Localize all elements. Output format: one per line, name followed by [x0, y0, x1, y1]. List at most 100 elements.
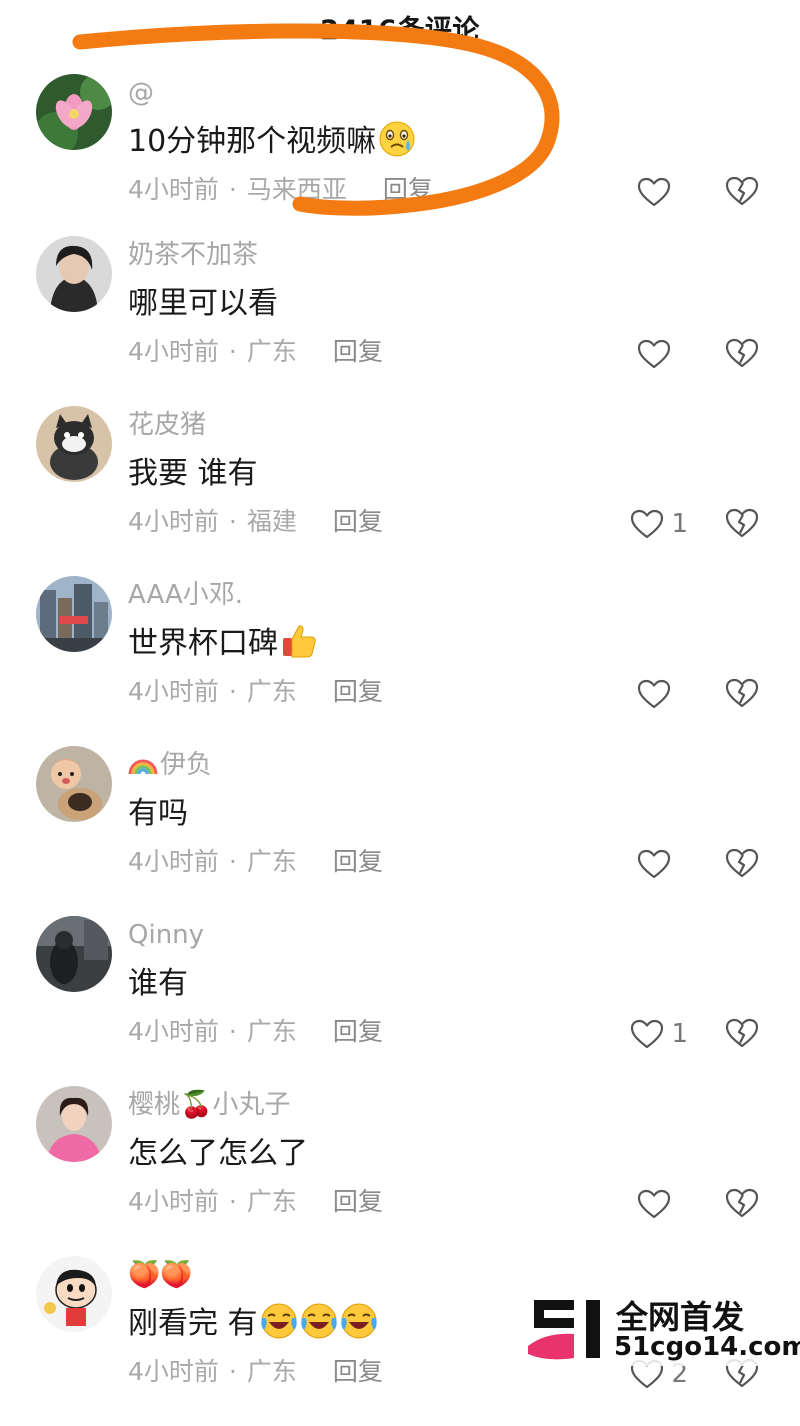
comment-text-body: 世界杯口碑 [128, 626, 278, 661]
meta-separator: · [228, 175, 237, 204]
heart-outline-icon [631, 509, 664, 539]
comment-time: 4小时前 [128, 175, 219, 204]
comment-time: 4小时前 [128, 677, 219, 706]
comment-text-body: 刚看完 有 [128, 1306, 258, 1341]
comment-text: 世界杯口碑 [128, 620, 318, 668]
watermark-line2: 51cgo14.com [614, 1332, 800, 1362]
like-button[interactable] [636, 1186, 688, 1222]
comment-location: 广东 [246, 677, 297, 706]
reply-button[interactable]: 回复 [383, 175, 433, 204]
username[interactable]: 樱桃🍒小丸子 [128, 1086, 290, 1124]
dog-and-child-avatar-icon [36, 746, 112, 822]
reply-button[interactable]: 回复 [333, 507, 383, 536]
laughing-crying-emoji-icon [260, 1302, 298, 1340]
reply-button[interactable]: 回复 [333, 1357, 383, 1386]
laughing-crying-emoji-icon [300, 1302, 338, 1340]
broken-heart-icon [725, 678, 759, 708]
comment-time: 4小时前 [128, 1187, 219, 1216]
reply-button[interactable]: 回复 [333, 1017, 383, 1046]
comment-count-title: 2416条评论 [320, 15, 480, 46]
comment-meta: 4小时前 · 广东 回复 [128, 1352, 383, 1392]
username[interactable]: 花皮猪 [128, 406, 206, 444]
woman-pink-shirt-avatar-icon [36, 1086, 112, 1162]
comment-text: 10分钟那个视频嘛 [128, 118, 416, 166]
like-button[interactable] [636, 174, 688, 210]
avatar[interactable] [36, 1086, 112, 1162]
username[interactable]: AAA小邓. [128, 576, 243, 614]
meta-separator: · [228, 337, 237, 366]
avatar[interactable] [36, 916, 112, 992]
dislike-button[interactable] [724, 506, 760, 540]
comment-time: 4小时前 [128, 1357, 219, 1386]
meta-separator: · [228, 1357, 237, 1386]
comment-item: 樱桃🍒小丸子 怎么了怎么了 4小时前 · 广东 回复 [0, 1086, 800, 1256]
dislike-button[interactable] [724, 846, 760, 880]
comment-location: 福建 [246, 507, 297, 536]
broken-heart-icon [725, 338, 759, 368]
avatar[interactable] [36, 1256, 112, 1332]
cat-plush-avatar-icon [36, 406, 112, 482]
comment-location: 广东 [246, 1017, 297, 1046]
heart-outline-icon [637, 849, 671, 879]
laughing-crying-emoji-icon [340, 1302, 378, 1340]
comment-location: 广东 [246, 1357, 297, 1386]
broken-heart-icon [725, 508, 759, 538]
username[interactable]: Qinny [128, 916, 204, 954]
dislike-button[interactable] [724, 336, 760, 370]
like-button[interactable] [636, 676, 688, 712]
lotus-flower-avatar-icon [36, 74, 112, 150]
avatar[interactable] [36, 746, 112, 822]
avatar[interactable] [36, 406, 112, 482]
comment-meta: 4小时前 · 广东 回复 [128, 842, 383, 882]
like-button[interactable]: 1 [629, 506, 688, 542]
comment-location: 马来西亚 [246, 175, 347, 204]
reply-button[interactable]: 回复 [333, 677, 383, 706]
comment-item: 奶茶不加茶 哪里可以看 4小时前 · 广东 回复 [0, 236, 800, 406]
watermark: 全网首发 51cgo14.com [520, 1290, 800, 1366]
dislike-button[interactable] [724, 676, 760, 710]
comment-text-body: 谁有 [128, 966, 188, 1001]
comment-text-body: 有吗 [128, 796, 188, 831]
comment-text: 刚看完 有 [128, 1300, 378, 1348]
heart-outline-icon [637, 679, 671, 709]
cartoon-boy-avatar-icon [36, 1256, 112, 1332]
broken-heart-icon [725, 176, 759, 206]
heart-outline-icon [631, 1019, 664, 1049]
comment-time: 4小时前 [128, 507, 219, 536]
username[interactable]: @ [128, 74, 154, 112]
like-button[interactable] [636, 846, 688, 882]
comment-time: 4小时前 [128, 1017, 219, 1046]
comment-item: @ 10分钟那个视频嘛 4小时前 · 马来西亚 回复 [0, 74, 800, 244]
heart-outline-icon [637, 339, 671, 369]
username[interactable]: 🍑🍑 [128, 1256, 193, 1294]
comment-meta: 4小时前 · 广东 回复 [128, 672, 383, 712]
comment-meta: 4小时前 · 广东 回复 [128, 1012, 383, 1052]
avatar[interactable] [36, 74, 112, 150]
like-count: 1 [671, 1019, 688, 1049]
meta-separator: · [228, 1017, 237, 1046]
dislike-button[interactable] [724, 1016, 760, 1050]
username[interactable]: 伊负 [128, 746, 212, 784]
reply-button[interactable]: 回复 [333, 337, 383, 366]
comment-text: 谁有 [128, 960, 188, 1008]
dislike-button[interactable] [724, 1186, 760, 1220]
broken-heart-icon [725, 848, 759, 878]
comment-text-body: 怎么了怎么了 [128, 1136, 308, 1171]
like-button[interactable] [636, 336, 688, 372]
dislike-button[interactable] [724, 174, 760, 208]
reply-button[interactable]: 回复 [333, 1187, 383, 1216]
like-button[interactable]: 1 [629, 1016, 688, 1052]
meta-separator: · [228, 507, 237, 536]
avatar[interactable] [36, 236, 112, 312]
comment-meta: 4小时前 · 广东 回复 [128, 332, 383, 372]
city-street-avatar-icon [36, 576, 112, 652]
comment-text-body: 哪里可以看 [128, 286, 278, 321]
avatar[interactable] [36, 576, 112, 652]
username[interactable]: 奶茶不加茶 [128, 236, 258, 274]
comment-text: 有吗 [128, 790, 188, 838]
meta-separator: · [228, 677, 237, 706]
rainbow-emoji-icon [128, 750, 158, 780]
reply-button[interactable]: 回复 [333, 847, 383, 876]
comment-meta: 4小时前 · 马来西亚 回复 [128, 170, 433, 210]
comment-text: 我要 谁有 [128, 450, 258, 498]
